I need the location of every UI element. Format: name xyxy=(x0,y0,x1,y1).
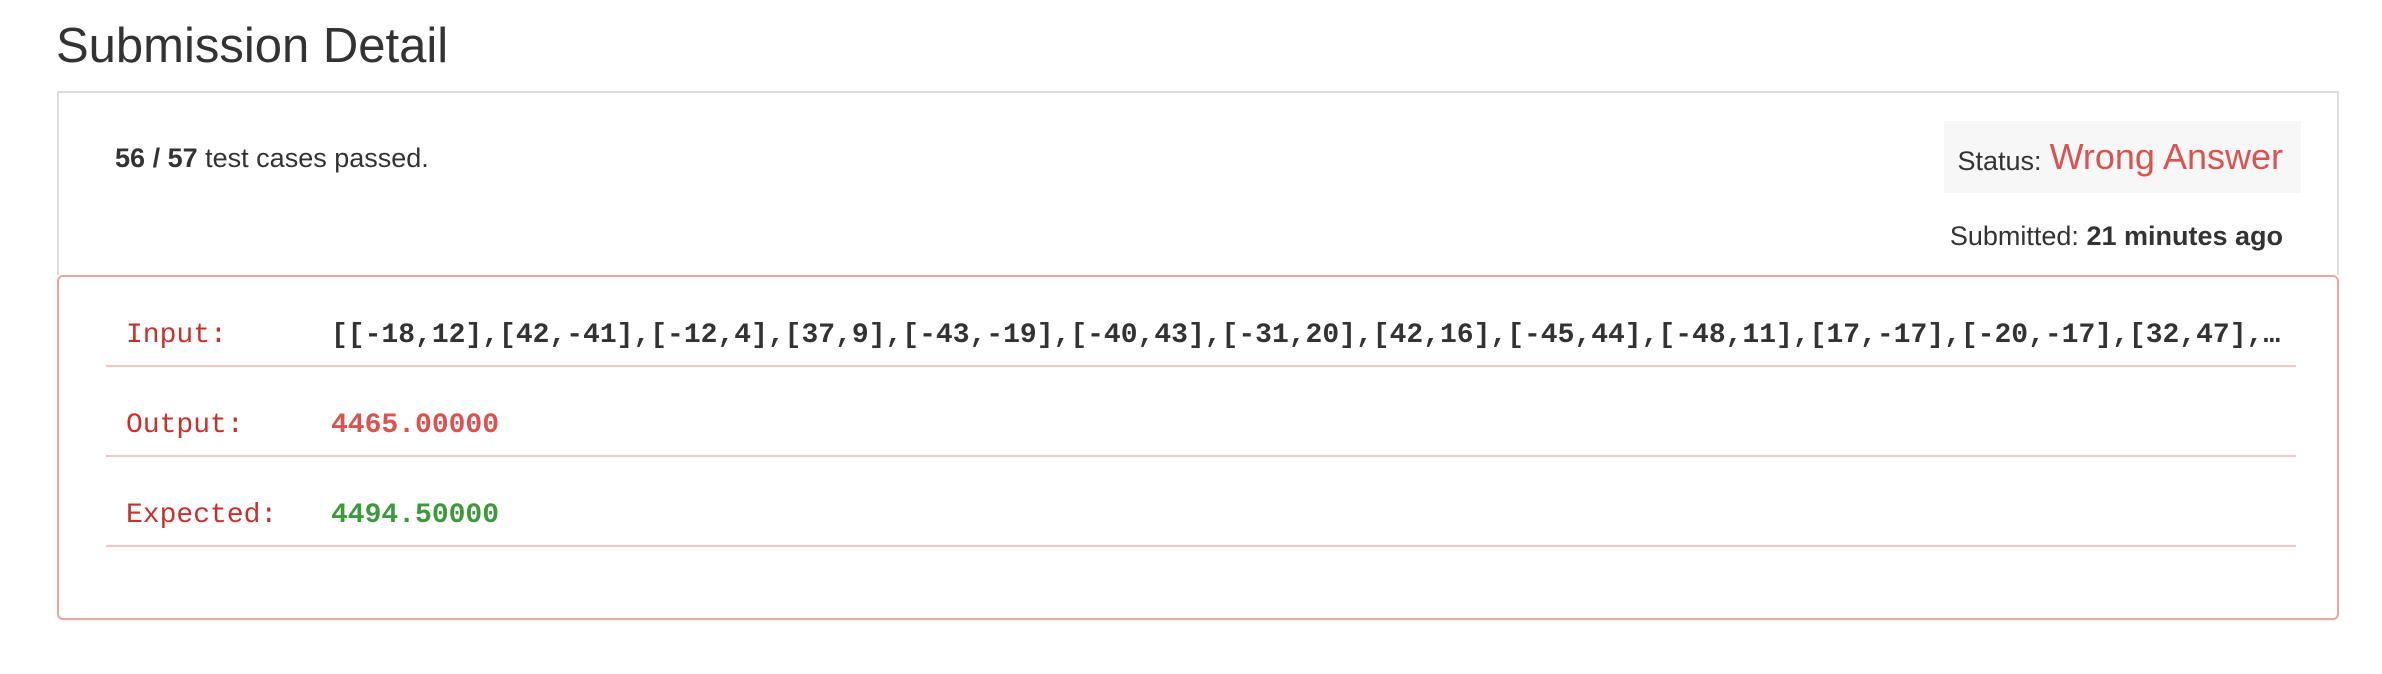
input-label: Input: xyxy=(126,320,227,351)
submission-detail-page: Submission Detail 56 / 57 test cases pas… xyxy=(0,0,2382,674)
status-chip: Status: Wrong Answer xyxy=(1943,121,2301,193)
expected-row: Expected: 4494.50000 xyxy=(106,457,2296,547)
submission-summary: 56 / 57 test cases passed. Status: Wrong… xyxy=(57,91,2339,275)
status-block: Status: Wrong Answer Submitted: 21 minut… xyxy=(1931,121,2301,281)
output-row: Output: 4465.00000 xyxy=(106,367,2296,457)
result-panel: Input: [[-18,12],[42,-41],[-12,4],[37,9]… xyxy=(57,275,2339,620)
expected-value: 4494.50000 xyxy=(331,500,500,531)
input-value: [[-18,12],[42,-41],[-12,4],[37,9],[-43,-… xyxy=(331,320,2281,351)
submitted-label: Submitted: xyxy=(1949,221,2079,251)
expected-label: Expected: xyxy=(126,500,278,531)
output-label: Output: xyxy=(126,410,244,441)
passed-count: 56 xyxy=(115,143,146,173)
status-label: Status: xyxy=(1957,145,2042,176)
test-cases-summary: 56 / 57 test cases passed. xyxy=(115,141,429,175)
page-title: Submission Detail xyxy=(56,19,449,73)
submitted-line: Submitted: 21 minutes ago xyxy=(1950,221,2283,252)
submitted-time: 21 minutes ago xyxy=(2086,221,2283,251)
status-value: Wrong Answer xyxy=(2049,136,2283,177)
count-separator: / xyxy=(152,143,161,173)
test-cases-text: test cases passed. xyxy=(205,143,429,173)
input-row: Input: [[-18,12],[42,-41],[-12,4],[37,9]… xyxy=(106,277,2296,367)
total-count: 57 xyxy=(167,143,198,173)
output-value: 4465.00000 xyxy=(331,410,500,441)
